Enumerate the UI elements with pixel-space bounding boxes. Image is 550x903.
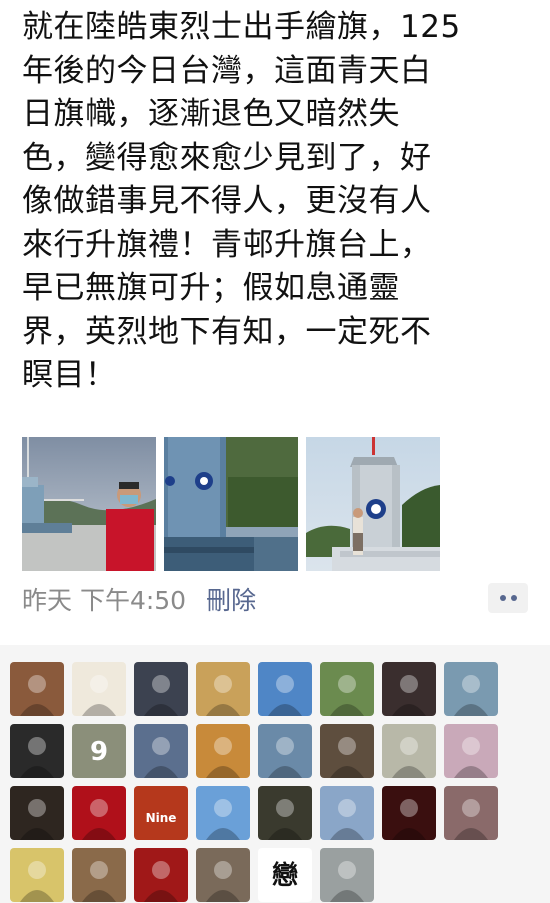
liker-avatar[interactable] (444, 662, 498, 716)
liker-avatar[interactable] (196, 662, 250, 716)
post-text-line: 就在陸皓東烈士出手繪旗，125 (22, 9, 461, 45)
post-text: 就在陸皓東烈士出手繪旗，125 年後的今日台灣，這面青天白 日旗幟，逐漸退色又暗… (22, 6, 542, 398)
post-text-line: 瞑目！ (22, 357, 117, 393)
post-text-line: 日旗幟，逐漸退色又暗然失 (22, 96, 400, 132)
liker-avatar[interactable] (134, 724, 188, 778)
liker-avatar[interactable] (320, 848, 374, 902)
post-text-line: 來行升旗禮！青邨升旗台上， (22, 226, 432, 263)
liker-avatar[interactable] (72, 786, 126, 840)
avatar-label: Nine (146, 811, 177, 825)
photo-thumbnail[interactable] (22, 437, 156, 571)
post-text-line: 年後的今日台灣，這面青天白 (22, 52, 432, 89)
liker-avatar[interactable] (134, 848, 188, 902)
avatar-label: 9 (90, 737, 108, 767)
post-timestamp: 昨天 下午4:50 (22, 586, 187, 615)
liker-avatar[interactable] (10, 724, 64, 778)
avatar-label: 戀 (272, 860, 298, 891)
more-dot-icon (510, 595, 517, 601)
liker-avatar[interactable] (382, 662, 436, 716)
liker-avatar[interactable] (444, 786, 498, 840)
liker-avatar[interactable] (320, 724, 374, 778)
liker-avatar[interactable] (196, 786, 250, 840)
liker-avatar[interactable] (258, 724, 312, 778)
photo-thumbnail[interactable] (306, 437, 440, 571)
post-meta: 昨天 下午4:50 刪除 (22, 581, 528, 617)
liker-avatar[interactable] (196, 848, 250, 902)
liker-avatar[interactable] (134, 662, 188, 716)
post-text-line: 色，變得愈來愈少見到了，好 (22, 139, 432, 176)
liker-avatar[interactable]: 戀 (258, 848, 312, 902)
photo-thumbnail[interactable] (164, 437, 298, 571)
liker-avatar[interactable] (258, 662, 312, 716)
more-options-button[interactable] (488, 583, 528, 613)
liker-avatar[interactable] (10, 848, 64, 902)
liker-avatar[interactable] (72, 848, 126, 902)
post-text-line: 界，英烈地下有知，一定死不 (22, 313, 432, 350)
liker-avatar[interactable] (382, 786, 436, 840)
post-text-line: 早已無旗可升；假如息通靈 (22, 270, 400, 306)
post-text-line: 像做錯事見不得人，更沒有人 (22, 183, 432, 219)
liker-avatar[interactable] (72, 662, 126, 716)
liker-avatar[interactable] (196, 724, 250, 778)
liker-avatar[interactable]: Nine (134, 786, 188, 840)
liker-avatar[interactable] (320, 786, 374, 840)
delete-link[interactable]: 刪除 (206, 581, 256, 617)
likes-panel: 9 Nine 戀 (0, 645, 550, 903)
liker-avatar[interactable] (258, 786, 312, 840)
more-dot-icon (499, 595, 506, 601)
liker-avatar[interactable] (444, 724, 498, 778)
liker-avatar[interactable] (10, 662, 64, 716)
liker-avatar[interactable] (320, 662, 374, 716)
photo-grid (22, 437, 442, 571)
liker-avatar[interactable] (382, 724, 436, 778)
liker-avatar[interactable] (10, 786, 64, 840)
liker-avatar[interactable]: 9 (72, 724, 126, 778)
